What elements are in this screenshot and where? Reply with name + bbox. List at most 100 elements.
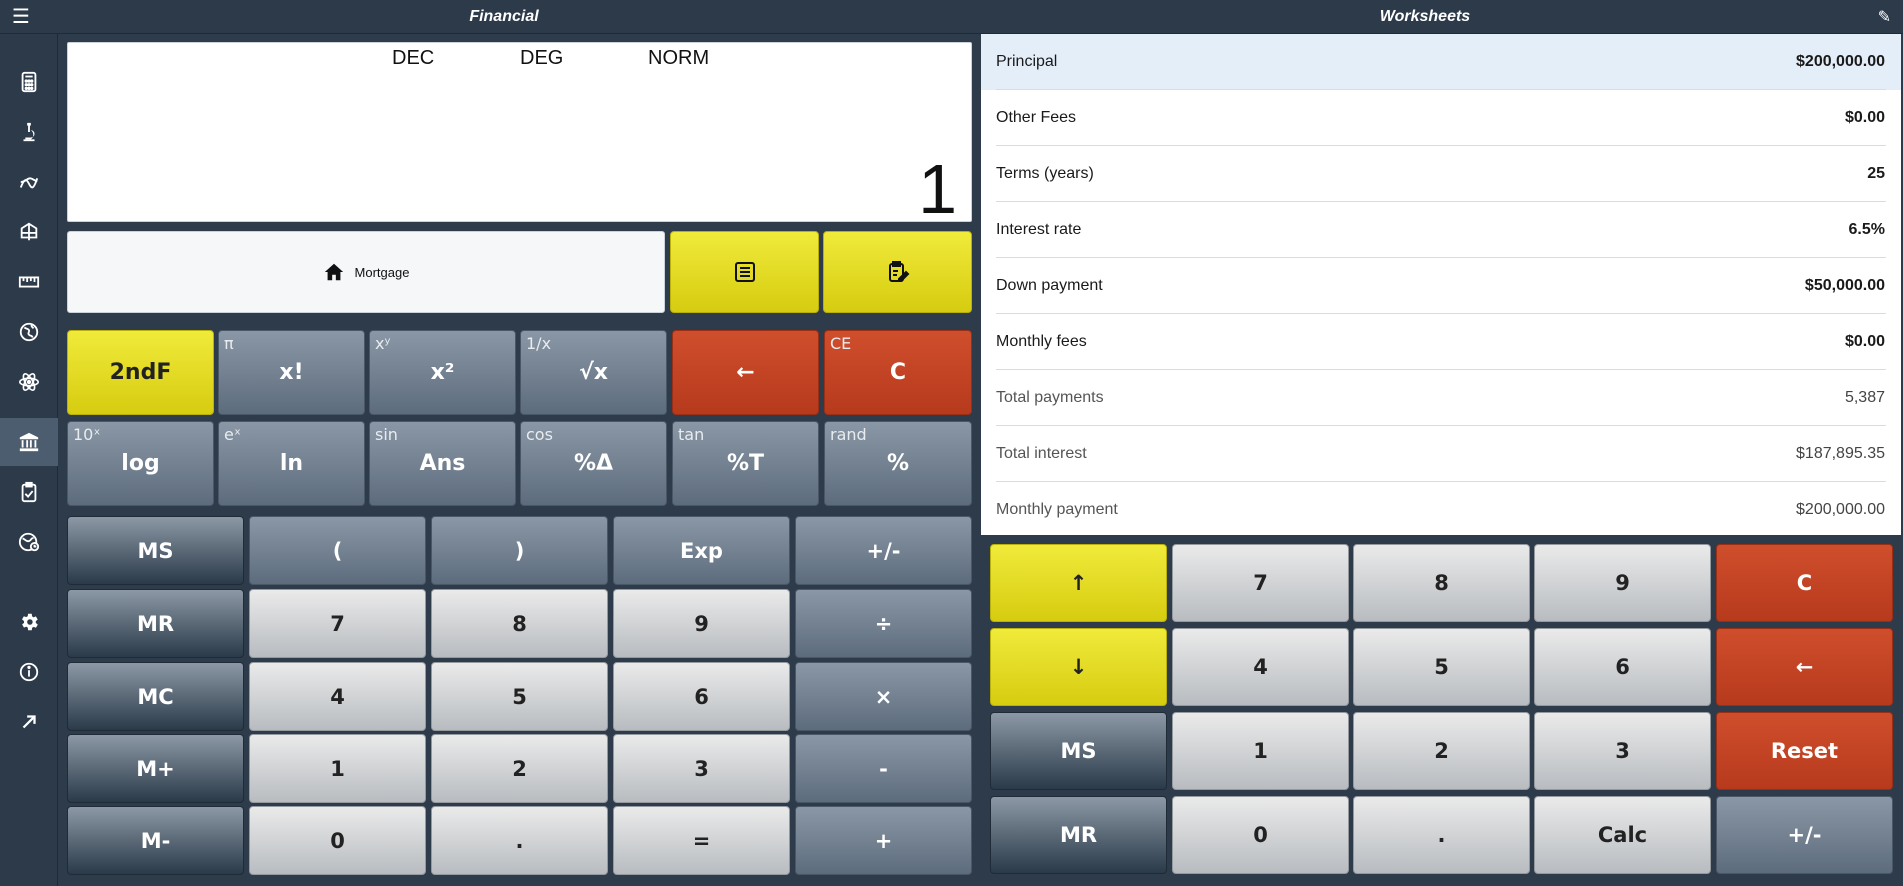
ws-memory-recall-key[interactable]: MR: [990, 796, 1167, 874]
ws-digit-6-key[interactable]: 6: [1534, 628, 1711, 706]
factorial-key[interactable]: π x!: [218, 330, 365, 415]
answer-key[interactable]: sin Ans: [369, 421, 516, 506]
key-shift-label: sin: [375, 425, 398, 444]
globe-icon[interactable]: [0, 308, 58, 356]
expand-icon[interactable]: [0, 698, 58, 746]
key-label: 5: [1434, 655, 1449, 679]
key-shift-label: tan: [678, 425, 705, 444]
subtract-key[interactable]: -: [795, 734, 972, 803]
sidebar: [0, 34, 58, 886]
ws-digit-1-key[interactable]: 1: [1172, 712, 1349, 790]
worksheet-row-total-interest[interactable]: Total interest $187,895.35: [981, 426, 1901, 482]
ws-digit-3-key[interactable]: 3: [1534, 712, 1711, 790]
second-function-key[interactable]: 2ndF: [67, 330, 214, 415]
ruler-icon[interactable]: [0, 258, 58, 306]
ws-sign-toggle-key[interactable]: +/-: [1716, 796, 1893, 874]
percent-key[interactable]: rand%: [824, 421, 972, 506]
digit-1-key[interactable]: 1: [249, 734, 426, 803]
gear-icon[interactable]: [0, 598, 58, 646]
clear-key[interactable]: CE C: [824, 330, 972, 415]
ws-digit-2-key[interactable]: 2: [1353, 712, 1530, 790]
divide-key[interactable]: ÷: [795, 589, 972, 658]
title-bar: ☰ Financial Worksheets ✎: [0, 0, 1903, 34]
digit-8-key[interactable]: 8: [431, 589, 608, 658]
ws-digit-8-key[interactable]: 8: [1353, 544, 1530, 622]
worksheet-row-monthly-fees[interactable]: Monthly fees $0.00: [981, 314, 1901, 370]
microscope-icon[interactable]: [0, 108, 58, 156]
worksheet-row-down-payment[interactable]: Down payment $50,000.00: [981, 258, 1901, 314]
calc-key[interactable]: Calc: [1534, 796, 1711, 874]
globe-clock-icon[interactable]: [0, 518, 58, 566]
ws-digit-9-key[interactable]: 9: [1534, 544, 1711, 622]
digit-9-key[interactable]: 9: [613, 589, 790, 658]
ws-decimal-key[interactable]: .: [1353, 796, 1530, 874]
ln-key[interactable]: eˣ ln: [218, 421, 365, 506]
square-key[interactable]: xʸ x²: [369, 330, 516, 415]
open-paren-key[interactable]: (: [249, 516, 426, 585]
ws-memory-store-key[interactable]: MS: [990, 712, 1167, 790]
worksheet-selector[interactable]: Mortgage: [67, 231, 665, 313]
digit-6-key[interactable]: 6: [613, 662, 790, 731]
worksheet-list-button[interactable]: [670, 231, 819, 313]
square-root-key[interactable]: 1/x √x: [520, 330, 667, 415]
digit-2-key[interactable]: 2: [431, 734, 608, 803]
network-icon[interactable]: [0, 208, 58, 256]
info-icon[interactable]: [0, 648, 58, 696]
equals-key[interactable]: =: [613, 806, 790, 875]
add-key[interactable]: +: [795, 806, 972, 875]
next-row-key[interactable]: ↓: [990, 628, 1167, 706]
percent-total-key[interactable]: tan %T: [672, 421, 819, 506]
digit-5-key[interactable]: 5: [431, 662, 608, 731]
atom-icon[interactable]: [0, 358, 58, 406]
digit-0-key[interactable]: 0: [249, 806, 426, 875]
clipboard-icon[interactable]: [0, 468, 58, 516]
percent-change-key[interactable]: cos %Δ: [520, 421, 667, 506]
worksheet-row-total-payments[interactable]: Total payments 5,387: [981, 370, 1901, 426]
home-icon: [324, 263, 343, 281]
sign-toggle-key[interactable]: +/-: [795, 516, 972, 585]
digit-4-key[interactable]: 4: [249, 662, 426, 731]
digit-3-key[interactable]: 3: [613, 734, 790, 803]
backspace-key[interactable]: ←: [672, 330, 819, 415]
previous-row-key[interactable]: ↑: [990, 544, 1167, 622]
worksheet-row-monthly-payment[interactable]: Monthly payment $200,000.00: [981, 482, 1901, 538]
key-label: 2ndF: [109, 360, 172, 385]
key-label: %T: [726, 451, 765, 476]
worksheet-row-principal[interactable]: Principal $200,000.00: [981, 34, 1901, 90]
worksheet-row-other-fees[interactable]: Other Fees $0.00: [981, 90, 1901, 146]
key-label: +/-: [866, 538, 901, 563]
ws-digit-4-key[interactable]: 4: [1172, 628, 1349, 706]
key-label: MS: [1060, 739, 1097, 763]
close-paren-key[interactable]: ): [431, 516, 608, 585]
calculator-icon[interactable]: [0, 58, 58, 106]
worksheets-title: Worksheets: [1379, 8, 1471, 25]
pen-icon[interactable]: ✎: [1878, 7, 1891, 27]
decimal-key[interactable]: .: [431, 806, 608, 875]
reset-key[interactable]: Reset: [1716, 712, 1893, 790]
ws-backspace-key[interactable]: ←: [1716, 628, 1893, 706]
worksheet-row-terms[interactable]: Terms (years) 25: [981, 146, 1901, 202]
key-label: x²: [430, 360, 455, 385]
digit-7-key[interactable]: 7: [249, 589, 426, 658]
ws-digit-5-key[interactable]: 5: [1353, 628, 1530, 706]
clipboard-edit-icon: [888, 261, 909, 282]
key-label: ln: [279, 451, 304, 476]
log-key[interactable]: 10ˣ log: [67, 421, 214, 506]
worksheet-edit-button[interactable]: [823, 231, 972, 313]
key-label: .: [515, 828, 524, 853]
key-label: Ans: [419, 451, 466, 476]
memory-add-key[interactable]: M+: [67, 734, 244, 803]
bank-icon[interactable]: [0, 418, 58, 466]
ws-clear-key[interactable]: C: [1716, 544, 1893, 622]
multiply-key[interactable]: ×: [795, 662, 972, 731]
memory-subtract-key[interactable]: M-: [67, 806, 244, 875]
hamburger-icon[interactable]: ☰: [10, 6, 32, 28]
worksheet-row-interest-rate[interactable]: Interest rate 6.5%: [981, 202, 1901, 258]
graph-icon[interactable]: [0, 158, 58, 206]
exponent-key[interactable]: Exp: [613, 516, 790, 585]
memory-recall-key[interactable]: MR: [67, 589, 244, 658]
ws-digit-7-key[interactable]: 7: [1172, 544, 1349, 622]
memory-clear-key[interactable]: MC: [67, 662, 244, 731]
memory-store-key[interactable]: MS: [67, 516, 244, 585]
ws-digit-0-key[interactable]: 0: [1172, 796, 1349, 874]
